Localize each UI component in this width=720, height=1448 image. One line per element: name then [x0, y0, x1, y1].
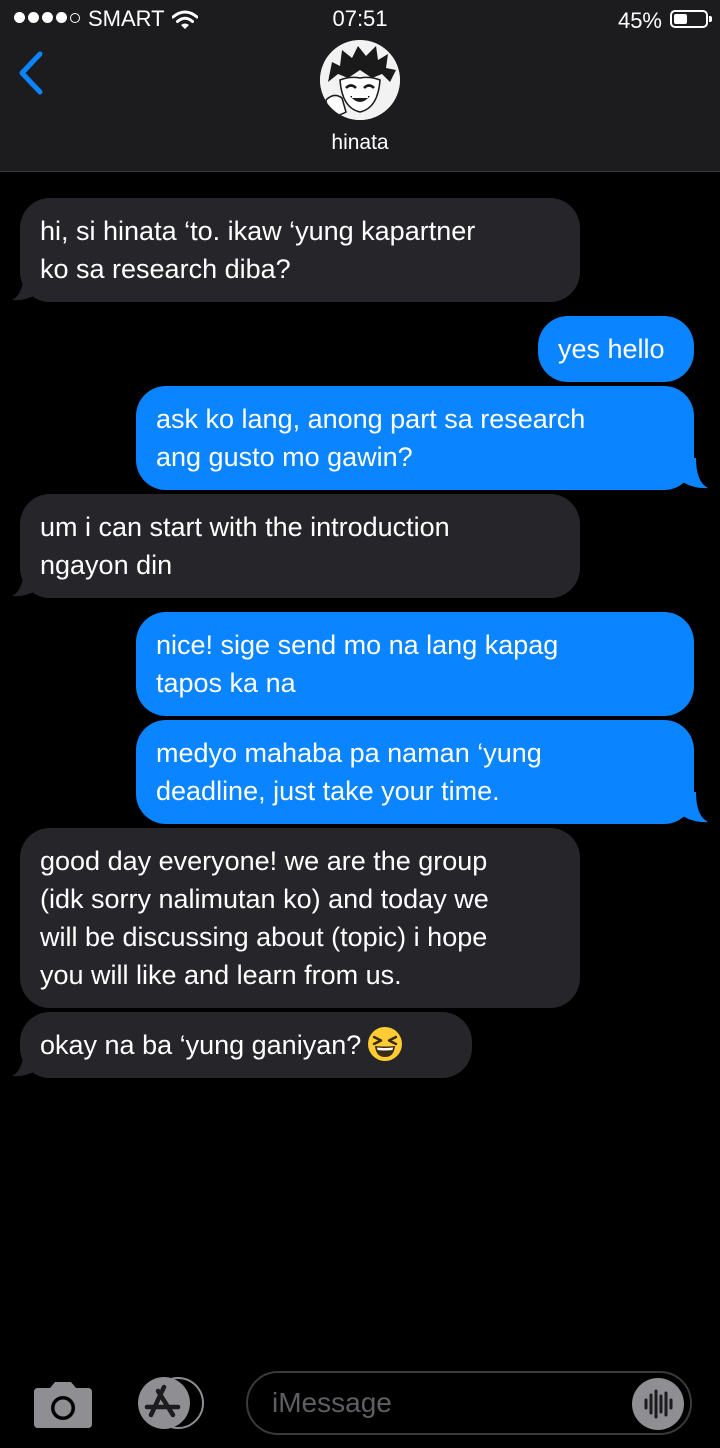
message-line: yes hello: [558, 334, 665, 364]
avatar-illustration: [320, 40, 400, 120]
message-line: you will like and learn from us.: [40, 960, 402, 990]
bubble-tail: [680, 792, 708, 823]
audio-waveform-icon: [644, 1389, 673, 1419]
message-input[interactable]: iMessage: [246, 1371, 692, 1435]
bubble-tail: [680, 458, 708, 489]
clock: 07:51: [332, 6, 388, 31]
battery-icon: [670, 10, 712, 28]
message-line: tapos ka na: [156, 668, 296, 698]
incoming-message[interactable]: um i can start with the introduction nga…: [20, 494, 580, 598]
message-line: um i can start with the introduction: [40, 512, 450, 542]
chevron-left-icon[interactable]: [14, 50, 50, 96]
incoming-message[interactable]: hi, si hinata ‘to. ikaw ‘yung kapartner …: [20, 198, 580, 302]
message-line: hi, si hinata ‘to. ikaw ‘yung kapartner: [40, 216, 476, 246]
outgoing-message[interactable]: nice! sige send mo na lang kapag tapos k…: [136, 612, 694, 716]
camera-icon[interactable]: [30, 1380, 96, 1430]
incoming-message[interactable]: good day everyone! we are the group (idk…: [20, 828, 580, 1008]
status-bar: SMART 07:51 45%: [0, 0, 720, 40]
contact-name[interactable]: hinata: [0, 131, 720, 155]
message-line: medyo mahaba pa naman ‘yung: [156, 738, 542, 768]
outgoing-message[interactable]: yes hello: [538, 316, 694, 382]
grinning-squinting-face-icon: [368, 1026, 403, 1061]
message-line: okay na ba ‘yung ganiyan?: [40, 1030, 362, 1060]
message-line: ngayon din: [40, 550, 173, 580]
message-line: ko sa research diba?: [40, 254, 291, 284]
message-line: ang gusto mo gawin?: [156, 442, 413, 472]
message-line: (idk sorry nalimutan ko) and today we: [40, 884, 489, 914]
message-input-placeholder: iMessage: [272, 1387, 392, 1418]
audio-message-button[interactable]: [632, 1378, 684, 1430]
message-line: deadline, just take your time.: [156, 776, 500, 806]
app-store-icon[interactable]: [134, 1377, 208, 1429]
battery-percentage: 45%: [617, 8, 662, 33]
contact-avatar[interactable]: [320, 40, 400, 120]
incoming-message[interactable]: okay na ba ‘yung ganiyan?: [20, 1012, 472, 1078]
message-line: ask ko lang, anong part sa research: [156, 404, 586, 434]
bubble-tail: [12, 1046, 40, 1077]
message-line: will be discussing about (topic) i hope: [40, 922, 488, 952]
bubble-tail: [12, 270, 40, 301]
message-line: nice! sige send mo na lang kapag: [156, 630, 559, 660]
outgoing-message[interactable]: ask ko lang, anong part sa research ang …: [136, 386, 694, 490]
outgoing-message[interactable]: medyo mahaba pa naman ‘yung deadline, ju…: [136, 720, 694, 824]
message-line: good day everyone! we are the group: [40, 846, 488, 876]
bubble-tail: [12, 566, 40, 597]
conversation-header: SMART 07:51 45% hinata: [0, 0, 720, 172]
